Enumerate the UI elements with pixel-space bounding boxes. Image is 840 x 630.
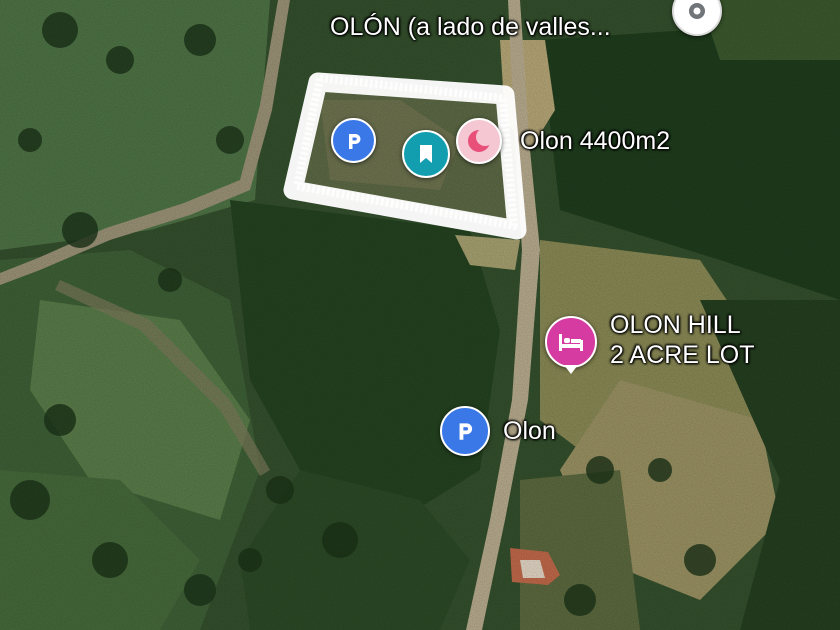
parking-icon[interactable] bbox=[331, 118, 376, 163]
place-label-olon-4400m2[interactable]: Olon 4400m2 bbox=[520, 126, 670, 156]
place-label-olon-hill[interactable]: OLON HILL 2 ACRE LOT bbox=[610, 310, 755, 370]
hotel-pin-tail bbox=[564, 365, 578, 374]
heart-crescent-icon[interactable] bbox=[456, 118, 502, 164]
bookmark-icon[interactable] bbox=[402, 130, 450, 178]
place-label-olon-valles[interactable]: OLÓN (a lado de valles... bbox=[330, 12, 611, 42]
place-label-olon-hill-line1: OLON HILL bbox=[610, 311, 741, 339]
satellite-map[interactable]: OLÓN (a lado de valles... Olon 4400m2 OL… bbox=[0, 0, 840, 630]
hotel-bed-icon[interactable] bbox=[545, 316, 597, 368]
place-label-olon[interactable]: Olon bbox=[503, 416, 556, 446]
place-label-olon-hill-line2: 2 ACRE LOT bbox=[610, 341, 755, 369]
parking-icon[interactable] bbox=[440, 406, 490, 456]
